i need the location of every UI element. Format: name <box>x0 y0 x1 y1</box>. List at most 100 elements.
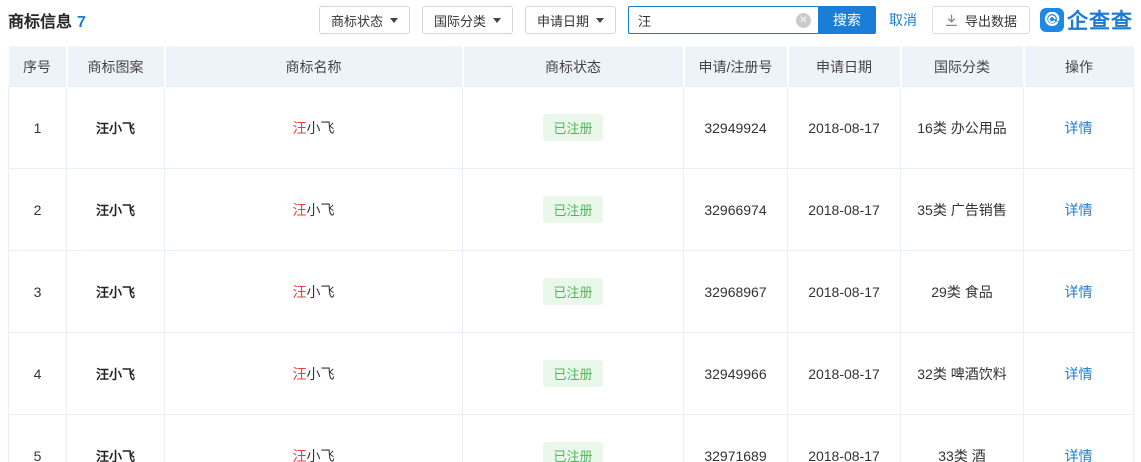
cell-intl-class: 16类 办公用品 <box>900 86 1024 169</box>
filter-trademark-status-label: 商标状态 <box>330 13 383 29</box>
cell-action: 详情 <box>1023 332 1134 415</box>
trademark-name-rest: 小飞 <box>306 365 335 382</box>
col-trademark-name: 商标名称 <box>164 46 464 87</box>
export-data-button[interactable]: 导出数据 <box>931 6 1030 34</box>
col-intl-class: 国际分类 <box>900 46 1025 87</box>
cell-serial: 3 <box>8 250 67 333</box>
cell-apply-date: 2018-08-17 <box>787 86 901 169</box>
table-row: 3 汪小飞 汪小飞 已注册 32968967 2018-08-17 29类 食品… <box>8 250 1134 333</box>
col-trademark-status: 商标状态 <box>462 46 685 87</box>
trademark-image: 汪小飞 <box>95 203 135 218</box>
status-badge: 已注册 <box>543 360 603 387</box>
cell-trademark-status: 已注册 <box>462 414 684 462</box>
trademark-name-highlight: 汪 <box>292 365 307 382</box>
cell-trademark-image: 汪小飞 <box>66 332 165 415</box>
trademark-name-rest: 小飞 <box>306 283 335 300</box>
trademark-name-highlight: 汪 <box>292 283 307 300</box>
trademark-name-highlight: 汪 <box>292 447 307 462</box>
filter-apply-date-label: 申请日期 <box>536 13 589 29</box>
status-badge: 已注册 <box>543 114 603 141</box>
table-body: 1 汪小飞 汪小飞 已注册 32949924 2018-08-17 16类 办公… <box>8 86 1134 462</box>
table-row: 4 汪小飞 汪小飞 已注册 32949966 2018-08-17 32类 啤酒… <box>8 332 1134 415</box>
cell-reg-number: 32966974 <box>683 168 788 251</box>
cell-action: 详情 <box>1023 168 1134 251</box>
cell-trademark-status: 已注册 <box>462 168 684 251</box>
cell-intl-class: 35类 广告销售 <box>900 168 1024 251</box>
trademark-name-rest: 小飞 <box>306 201 335 218</box>
col-serial: 序号 <box>8 46 68 87</box>
cell-trademark-image: 汪小飞 <box>66 250 165 333</box>
col-trademark-image: 商标图案 <box>66 46 166 87</box>
page-title-text: 商标信息 <box>8 14 73 31</box>
trademark-name: 汪小飞 <box>293 448 335 462</box>
toolbar: 商标状态 国际分类 申请日期 ✕ 搜索 取消 导出数据 <box>307 5 1133 35</box>
col-reg-number: 申请/注册号 <box>683 46 789 87</box>
trademark-name-highlight: 汪 <box>292 119 307 136</box>
cell-serial: 4 <box>8 332 67 415</box>
table-row: 2 汪小飞 汪小飞 已注册 32966974 2018-08-17 35类 广告… <box>8 168 1134 251</box>
detail-link[interactable]: 详情 <box>1065 284 1093 300</box>
filter-intl-class[interactable]: 国际分类 <box>421 6 513 34</box>
detail-link[interactable]: 详情 <box>1065 448 1093 462</box>
filter-trademark-status[interactable]: 商标状态 <box>318 6 410 34</box>
clear-icon[interactable]: ✕ <box>795 13 811 28</box>
page-title: 商标信息 7 <box>8 8 86 32</box>
detail-link[interactable]: 详情 <box>1065 120 1093 136</box>
cell-trademark-status: 已注册 <box>462 332 684 415</box>
chevron-down-icon <box>595 17 604 23</box>
cell-serial: 5 <box>8 414 67 462</box>
filter-apply-date[interactable]: 申请日期 <box>524 6 616 34</box>
col-apply-date: 申请日期 <box>787 46 902 87</box>
cell-reg-number: 32949924 <box>683 86 788 169</box>
cell-trademark-image: 汪小飞 <box>66 86 165 169</box>
chevron-down-icon <box>389 17 398 23</box>
cell-trademark-name: 汪小飞 <box>164 86 463 169</box>
detail-link[interactable]: 详情 <box>1065 202 1093 218</box>
trademark-image: 汪小飞 <box>95 285 135 300</box>
search-bar: ✕ 搜索 <box>627 6 876 34</box>
download-icon <box>945 14 958 26</box>
result-count: 7 <box>77 14 86 31</box>
qichacha-logo[interactable]: 企查查 <box>1040 5 1133 35</box>
filter-intl-class-label: 国际分类 <box>433 13 486 29</box>
trademark-name: 汪小飞 <box>293 366 335 382</box>
trademark-image: 汪小飞 <box>95 367 135 382</box>
cell-apply-date: 2018-08-17 <box>787 168 901 251</box>
chevron-down-icon <box>492 17 501 23</box>
qichacha-logo-icon <box>1040 8 1064 32</box>
cell-trademark-name: 汪小飞 <box>164 414 463 462</box>
cell-serial: 2 <box>8 168 67 251</box>
table-header: 序号 商标图案 商标名称 商标状态 申请/注册号 申请日期 国际分类 操作 <box>8 46 1134 87</box>
table-row: 5 汪小飞 汪小飞 已注册 32971689 2018-08-17 33类 酒 … <box>8 414 1134 462</box>
cell-trademark-status: 已注册 <box>462 86 684 169</box>
cell-trademark-image: 汪小飞 <box>66 168 165 251</box>
trademark-name: 汪小飞 <box>293 120 335 136</box>
status-badge: 已注册 <box>543 196 603 223</box>
search-input[interactable] <box>628 7 818 33</box>
detail-link[interactable]: 详情 <box>1065 366 1093 382</box>
cell-intl-class: 33类 酒 <box>900 414 1024 462</box>
export-data-label: 导出数据 <box>964 13 1017 29</box>
cell-reg-number: 32971689 <box>683 414 788 462</box>
cell-intl-class: 29类 食品 <box>900 250 1024 333</box>
trademark-name-highlight: 汪 <box>292 201 307 218</box>
cell-apply-date: 2018-08-17 <box>787 332 901 415</box>
status-badge: 已注册 <box>543 278 603 305</box>
trademark-image: 汪小飞 <box>95 121 135 136</box>
trademark-name-rest: 小飞 <box>306 447 335 462</box>
trademark-name: 汪小飞 <box>293 284 335 300</box>
cell-trademark-status: 已注册 <box>462 250 684 333</box>
qichacha-logo-text: 企查查 <box>1067 10 1133 33</box>
cell-trademark-name: 汪小飞 <box>164 250 463 333</box>
cell-apply-date: 2018-08-17 <box>787 250 901 333</box>
cancel-link[interactable]: 取消 <box>889 10 917 30</box>
search-button[interactable]: 搜索 <box>817 6 876 34</box>
cell-trademark-image: 汪小飞 <box>66 414 165 462</box>
trademark-name: 汪小飞 <box>293 202 335 218</box>
cell-trademark-name: 汪小飞 <box>164 168 463 251</box>
cell-serial: 1 <box>8 86 67 169</box>
col-action: 操作 <box>1023 46 1134 87</box>
cell-trademark-name: 汪小飞 <box>164 332 463 415</box>
cell-apply-date: 2018-08-17 <box>787 414 901 462</box>
cell-action: 详情 <box>1023 250 1134 333</box>
